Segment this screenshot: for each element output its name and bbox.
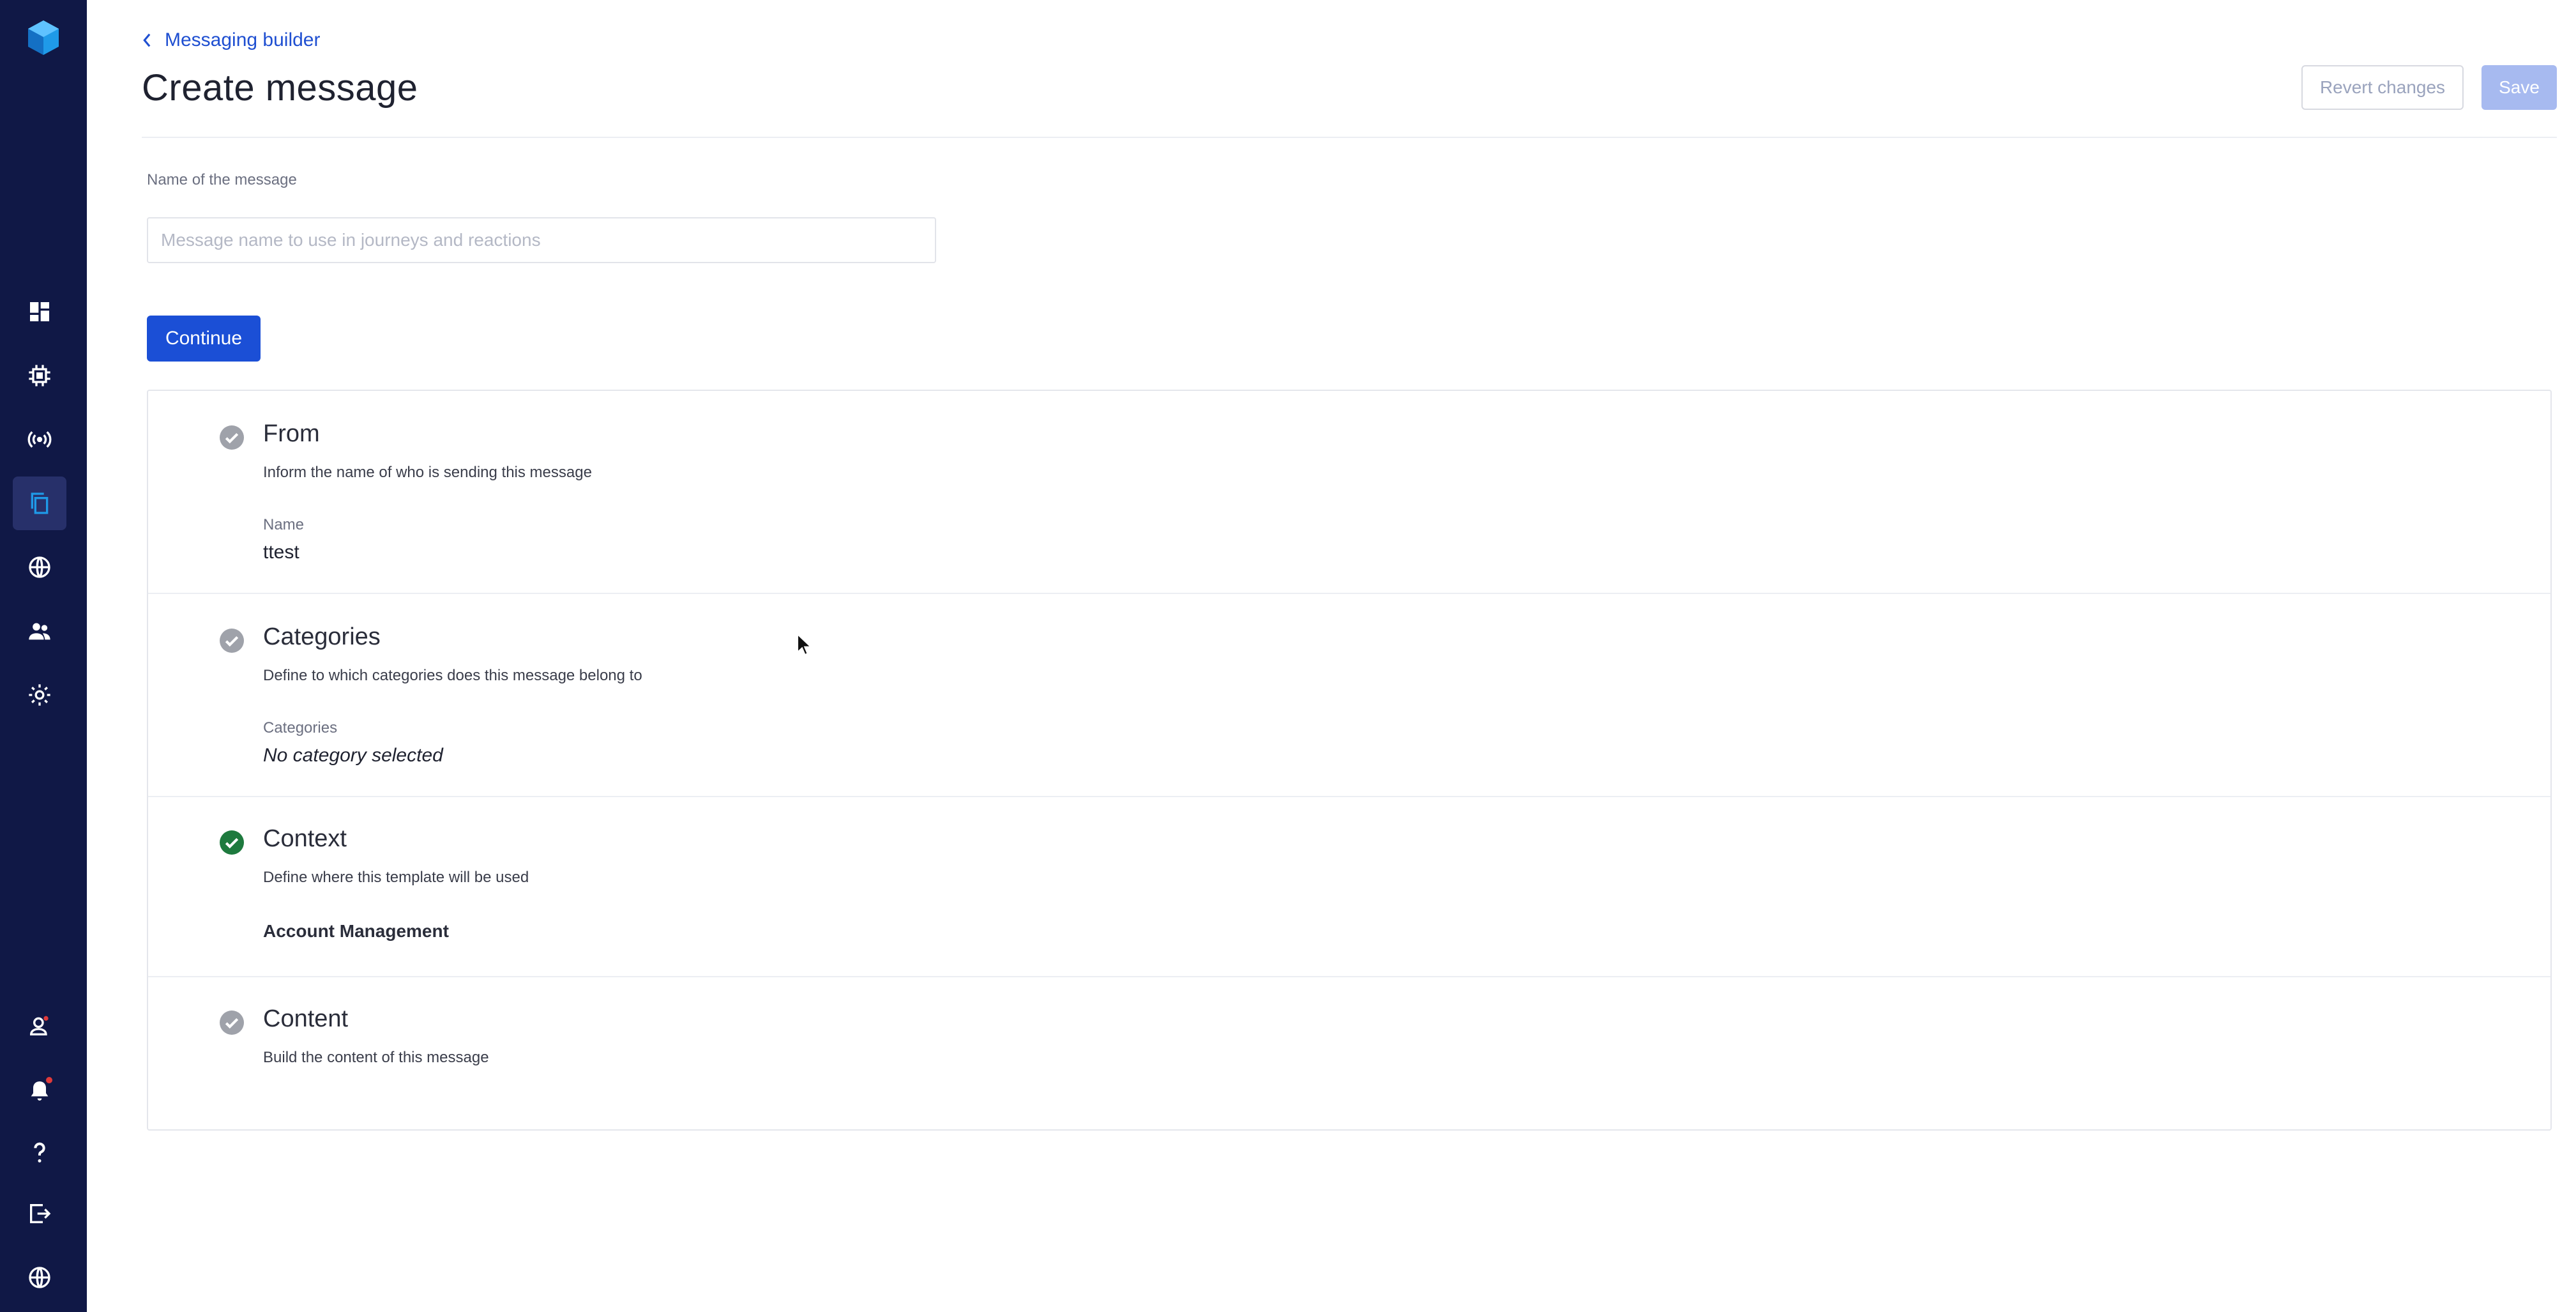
continue-button[interactable]: Continue <box>147 316 261 362</box>
back-link-label: Messaging builder <box>165 29 321 50</box>
page-title: Create message <box>142 67 418 109</box>
user-admin-icon <box>29 1016 49 1035</box>
step-description: Inform the name of who is sending this m… <box>263 464 592 481</box>
sidebar-item-settings[interactable] <box>13 668 66 722</box>
step-sublabel: Name <box>263 516 305 533</box>
step-value: No category selected <box>263 745 443 766</box>
main-content: Messaging builder Create message Revert … <box>87 0 2576 1312</box>
message-steps-panel: From Inform the name of who is sending t… <box>147 390 2552 1131</box>
sidebar-item-language[interactable] <box>13 1251 66 1304</box>
step-categories[interactable]: Categories Define to which categories do… <box>148 594 2550 797</box>
step-from[interactable]: From Inform the name of who is sending t… <box>148 391 2550 594</box>
step-content[interactable]: Content Build the content of this messag… <box>148 977 2550 1129</box>
mouse-cursor-icon <box>797 634 811 655</box>
sidebar-item-globe[interactable] <box>13 540 66 594</box>
chevron-left-icon <box>143 33 151 47</box>
step-description: Define to which categories does this mes… <box>263 667 642 684</box>
check-circle-icon <box>220 629 244 653</box>
gear-icon <box>29 684 50 706</box>
sidebar-item-help[interactable] <box>13 1125 66 1179</box>
sidebar-item-users[interactable] <box>13 604 66 658</box>
step-value: Account Management <box>263 921 449 941</box>
step-description: Define where this template will be used <box>263 869 529 886</box>
sidebar-item-devices[interactable] <box>13 349 66 402</box>
globe-icon <box>29 556 50 578</box>
revert-changes-button[interactable]: Revert changes <box>2301 65 2464 110</box>
step-title: From <box>263 420 320 447</box>
message-name-input[interactable] <box>147 217 936 263</box>
broadcast-icon <box>27 431 52 448</box>
sidebar-item-dashboard[interactable] <box>13 285 66 339</box>
copy-icon <box>31 492 49 514</box>
step-value: ttest <box>263 542 299 563</box>
notification-badge <box>45 1076 54 1085</box>
check-circle-icon <box>220 830 244 855</box>
help-icon <box>34 1142 45 1163</box>
chip-icon <box>29 365 50 386</box>
app-logo[interactable] <box>27 19 60 56</box>
sidebar-item-logout[interactable] <box>13 1187 66 1240</box>
header-divider <box>142 137 2557 138</box>
step-title: Content <box>263 1005 349 1032</box>
sidebar <box>0 0 87 1312</box>
step-context[interactable]: Context Define where this template will … <box>148 797 2550 977</box>
step-title: Categories <box>263 623 381 650</box>
check-circle-icon <box>220 1011 244 1035</box>
step-description: Build the content of this message <box>263 1049 489 1066</box>
step-title: Context <box>263 825 347 852</box>
language-globe-icon <box>29 1267 50 1288</box>
sidebar-item-broadcast[interactable] <box>13 413 66 466</box>
users-icon <box>29 623 50 640</box>
sidebar-item-admin[interactable] <box>13 999 66 1053</box>
back-link[interactable]: Messaging builder <box>142 29 320 51</box>
dashboard-icon <box>30 302 49 321</box>
logout-icon <box>30 1204 51 1223</box>
check-circle-icon <box>220 425 244 450</box>
message-name-label: Name of the message <box>147 171 297 188</box>
sidebar-item-notifications[interactable] <box>13 1064 66 1118</box>
step-sublabel: Categories <box>263 719 338 736</box>
sidebar-item-messaging[interactable] <box>13 477 66 530</box>
save-button[interactable]: Save <box>2481 65 2557 110</box>
